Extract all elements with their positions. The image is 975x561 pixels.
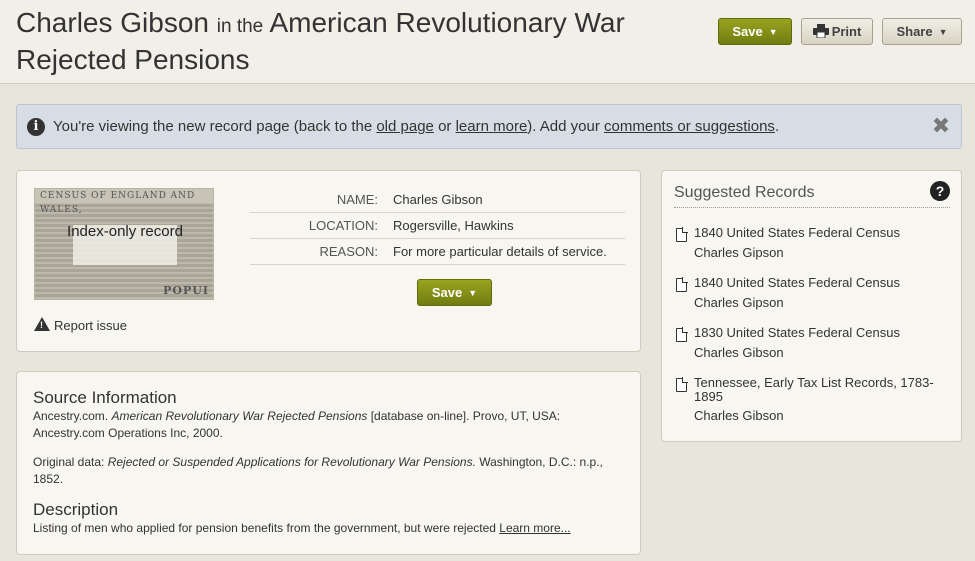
citation-title: American Revolutionary War Rejected Pens… (111, 409, 368, 423)
save-button-label: Save (732, 24, 763, 39)
citation-text: Ancestry.com. (33, 409, 112, 423)
suggested-record-name: Charles Gipson (694, 245, 784, 260)
suggested-records-title: Suggested Records (674, 184, 815, 201)
help-icon[interactable]: ? (930, 181, 950, 201)
suggested-records-panel: Suggested Records ? 1840 United States F… (661, 170, 962, 442)
caret-down-icon: ▼ (468, 288, 478, 298)
comments-link[interactable]: comments or suggestions (604, 118, 775, 135)
share-button[interactable]: Share ▼ (882, 18, 962, 45)
field-value: Charles Gibson (393, 192, 483, 207)
suggested-record-name: Charles Gibson (694, 345, 784, 360)
page-header: Charles Gibson in the American Revolutio… (0, 0, 975, 84)
document-icon (676, 327, 688, 342)
record-panel: CENSUS OF ENGLAND AND WALES, POPUI Index… (16, 170, 641, 352)
record-save-button[interactable]: Save ▼ (417, 279, 492, 306)
report-issue-label: Report issue (54, 318, 127, 333)
print-button-label: Print (831, 24, 862, 39)
description-heading: Description (33, 500, 119, 519)
field-value: For more particular details of service. (393, 244, 607, 259)
field-row-location: LOCATION: Rogersville, Hawkins (250, 213, 625, 239)
title-connector: in the (216, 16, 264, 37)
notice-text: or (433, 118, 456, 135)
index-only-label: Index-only record (67, 223, 183, 240)
source-citation: Ancestry.com. American Revolutionary War… (33, 408, 613, 442)
page-title: Charles Gibson in the American Revolutio… (16, 6, 676, 76)
notice-text: You're viewing the new record page (back… (53, 118, 377, 135)
close-icon[interactable]: ✖ (931, 115, 951, 137)
suggested-record-link[interactable]: 1840 United States Federal Census (694, 226, 949, 240)
suggested-record-link[interactable]: 1830 United States Federal Census (694, 326, 949, 340)
new-page-notice: i You're viewing the new record page (ba… (16, 104, 962, 149)
notice-text: . (774, 118, 780, 135)
document-icon (676, 377, 688, 392)
field-label: REASON: (319, 244, 378, 259)
source-heading: Source Information (33, 388, 177, 407)
save-button-label: Save (431, 285, 463, 300)
notice-message: You're viewing the new record page (back… (53, 105, 779, 148)
field-row-name: NAME: Charles Gibson (250, 187, 625, 213)
source-panel: Source Information Ancestry.com. America… (16, 371, 641, 555)
caret-down-icon: ▼ (938, 27, 948, 37)
document-icon (676, 227, 688, 242)
info-icon: i (27, 118, 45, 136)
description-body: Listing of men who applied for pension b… (33, 521, 500, 535)
thumbnail-header-text: CENSUS OF ENGLAND AND WALES, (35, 189, 213, 215)
printer-icon (812, 24, 829, 39)
record-image-thumbnail[interactable]: CENSUS OF ENGLAND AND WALES, POPUI Index… (34, 188, 214, 300)
old-page-link[interactable]: old page (376, 118, 434, 135)
caret-down-icon: ▼ (768, 27, 778, 37)
record-name: Charles Gibson (16, 7, 209, 38)
report-issue-link[interactable]: ! Report issue (34, 317, 127, 333)
field-value: Rogersville, Hawkins (393, 218, 514, 233)
print-button[interactable]: Print (801, 18, 873, 45)
original-data-text: Original data: (33, 455, 108, 469)
document-icon (676, 277, 688, 292)
field-row-reason: REASON: For more particular details of s… (250, 239, 625, 265)
field-label: NAME: (336, 192, 378, 207)
suggested-record-link[interactable]: 1840 United States Federal Census (694, 276, 949, 290)
record-fields: NAME: Charles Gibson LOCATION: Rogersvil… (250, 187, 625, 265)
description-learn-more-link[interactable]: Learn more... (499, 521, 570, 535)
thumbnail-footer-text: POPUI (163, 284, 209, 297)
learn-more-link[interactable]: learn more (456, 118, 528, 135)
description-text: Listing of men who applied for pension b… (33, 520, 613, 537)
suggested-record-name: Charles Gipson (694, 295, 784, 310)
notice-text: ). Add your (527, 118, 605, 135)
original-data-title: Rejected or Suspended Applications for R… (107, 455, 476, 469)
save-button[interactable]: Save ▼ (718, 18, 792, 45)
field-label: LOCATION: (308, 218, 378, 233)
suggested-record-name: Charles Gibson (694, 408, 784, 423)
suggested-record-link[interactable]: Tennessee, Early Tax List Records, 1783-… (694, 376, 949, 404)
divider (674, 207, 950, 208)
share-button-label: Share (896, 24, 933, 39)
warning-icon: ! (34, 317, 50, 331)
original-data: Original data: Rejected or Suspended App… (33, 454, 613, 488)
